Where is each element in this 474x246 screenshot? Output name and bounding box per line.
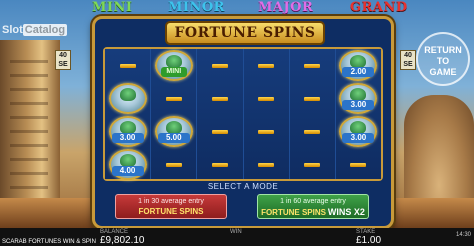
reel-cell — [105, 82, 150, 115]
empty-slot-marker — [304, 129, 321, 134]
reel-cell: 2.00 — [336, 49, 381, 82]
scarab-coin-icon: 3.00 — [339, 116, 378, 147]
coin-value: 5.00 — [157, 133, 190, 143]
select-mode-label: SELECT A MODE — [207, 182, 279, 191]
clock: 14:30 — [455, 232, 471, 238]
reel-cell — [244, 148, 289, 181]
mode-60-odds: 1 in 60 average entry — [280, 198, 346, 205]
scarab-coin-icon: MINI — [154, 50, 193, 81]
reel-cell — [151, 148, 196, 181]
empty-slot-marker — [258, 63, 275, 68]
scarab-coin-icon — [108, 83, 147, 114]
empty-slot-marker — [258, 96, 275, 101]
empty-slot-marker — [211, 162, 228, 167]
reel-column: MINI 5.00 — [151, 49, 198, 181]
reel-cell: 3.00 — [336, 82, 381, 115]
empty-slot-marker — [304, 96, 321, 101]
empty-slot-marker — [165, 162, 182, 167]
empty-slot-marker — [211, 96, 228, 101]
watermark-suffix: Catalog — [22, 24, 68, 36]
reel-cell — [244, 49, 289, 82]
fortune-spins-modal: FORTUNE SPINS 3.00 4.00 MINI 5.00 2.00 3.00 3.… — [92, 16, 394, 229]
reel-cell: 4.00 — [105, 148, 150, 181]
jackpot-minor-label: MINOR — [168, 0, 225, 15]
scarab-coin-icon: 3.00 — [339, 83, 378, 114]
return-button-line2: TO — [436, 56, 450, 66]
reel-column — [289, 49, 336, 181]
return-to-game-button[interactable]: RETURN TO GAME — [416, 32, 470, 86]
empty-slot-marker — [304, 162, 321, 167]
scarab-coin-icon: 5.00 — [154, 116, 193, 147]
mode-30-button[interactable]: 1 in 30 average entry FORTUNE SPINS — [115, 194, 227, 219]
coin-value: 3.00 — [342, 100, 375, 110]
reel-cell — [197, 148, 242, 181]
reel-column: 3.00 4.00 — [105, 49, 152, 181]
reel-cell — [197, 49, 242, 82]
jackpot-mini-label: MINI — [92, 0, 133, 15]
game-name: SCARAB FORTUNES WIN & SPIN — [2, 239, 96, 245]
balance-value: £9,802.10 — [100, 235, 145, 246]
reel-cell: 3.00 — [336, 115, 381, 148]
mode-60-button[interactable]: 1 in 60 average entry FORTUNE SPINS WINS… — [257, 194, 369, 219]
empty-slot-marker — [165, 96, 182, 101]
empty-slot-marker — [258, 162, 275, 167]
left-line-tag: 40 SE — [55, 50, 71, 70]
coin-value: 2.00 — [342, 67, 375, 77]
scarab-coin-icon: 2.00 — [339, 50, 378, 81]
coin-value: 4.00 — [111, 166, 144, 176]
reel-cell — [290, 82, 335, 115]
reel-cell — [197, 115, 242, 148]
reel-cell: MINI — [151, 49, 196, 82]
game-scene: Slot Catalog MINI MINOR MAJOR GRAND 40 SE… — [0, 0, 474, 246]
slotcatalog-watermark: Slot Catalog — [2, 24, 68, 36]
reel-cell — [290, 148, 335, 181]
status-bar: SCARAB FORTUNES WIN & SPIN BALANCE £9,80… — [0, 228, 474, 246]
mode-30-odds: 1 in 30 average entry — [138, 198, 204, 205]
coin-value: 3.00 — [342, 133, 375, 143]
empty-slot-marker — [258, 129, 275, 134]
reel-cell — [151, 82, 196, 115]
watermark-prefix: Slot — [2, 24, 23, 36]
modal-title: FORTUNE SPINS — [165, 21, 325, 45]
reel-cell — [290, 49, 335, 82]
reel-column — [197, 49, 244, 181]
empty-slot-marker — [211, 129, 228, 134]
reel-cell — [290, 115, 335, 148]
win-label: WIN — [230, 229, 242, 235]
empty-slot-marker — [211, 63, 228, 68]
jackpot-major-label: MAJOR — [258, 0, 314, 15]
mode-60-title: FORTUNE SPINS — [261, 208, 326, 217]
reel-grid: 3.00 4.00 MINI 5.00 2.00 3.00 3.00 — [103, 47, 383, 181]
reel-cell — [105, 49, 150, 82]
coin-value: 3.00 — [111, 133, 144, 143]
stake-value: £1.00 — [356, 235, 382, 246]
mode-60-multiplier: WINS X2 — [327, 207, 365, 217]
scarab-coin-icon: 3.00 — [108, 116, 147, 147]
return-button-line3: GAME — [429, 67, 457, 77]
right-line-tag: 40 SE — [400, 50, 416, 70]
reel-cell — [197, 82, 242, 115]
reel-cell — [336, 148, 381, 181]
empty-slot-marker — [119, 63, 136, 68]
jackpot-grand-label: GRAND — [350, 0, 408, 15]
reel-cell — [244, 82, 289, 115]
empty-slot-marker — [304, 63, 321, 68]
empty-slot-marker — [350, 162, 367, 167]
coin-jackpot-label: MINI — [160, 67, 187, 77]
reel-column — [243, 49, 290, 181]
reel-cell: 3.00 — [105, 115, 150, 148]
scarab-coin-icon: 4.00 — [108, 149, 147, 180]
reel-column: 2.00 3.00 3.00 — [335, 49, 382, 181]
reel-cell: 5.00 — [151, 115, 196, 148]
reel-cell — [244, 115, 289, 148]
mode-30-title: FORTUNE SPINS — [138, 207, 204, 216]
return-button-line1: RETURN — [424, 45, 462, 55]
